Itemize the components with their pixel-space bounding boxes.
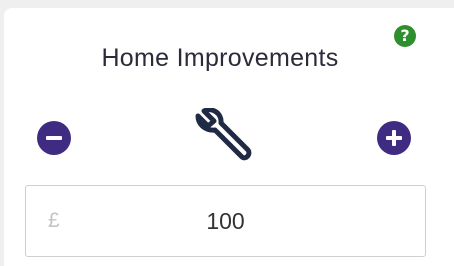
decrease-button[interactable] <box>37 121 71 155</box>
wrench-icon <box>195 108 252 161</box>
card-title: Home Improvements <box>101 44 339 72</box>
amount-field[interactable]: £ <box>25 185 426 257</box>
increase-button[interactable] <box>377 121 411 155</box>
help-icon[interactable]: ? <box>394 25 416 47</box>
budget-card: Home Improvements ? £ <box>4 8 454 266</box>
plus-icon <box>392 130 396 146</box>
amount-input[interactable] <box>26 186 425 256</box>
minus-icon <box>46 136 62 140</box>
